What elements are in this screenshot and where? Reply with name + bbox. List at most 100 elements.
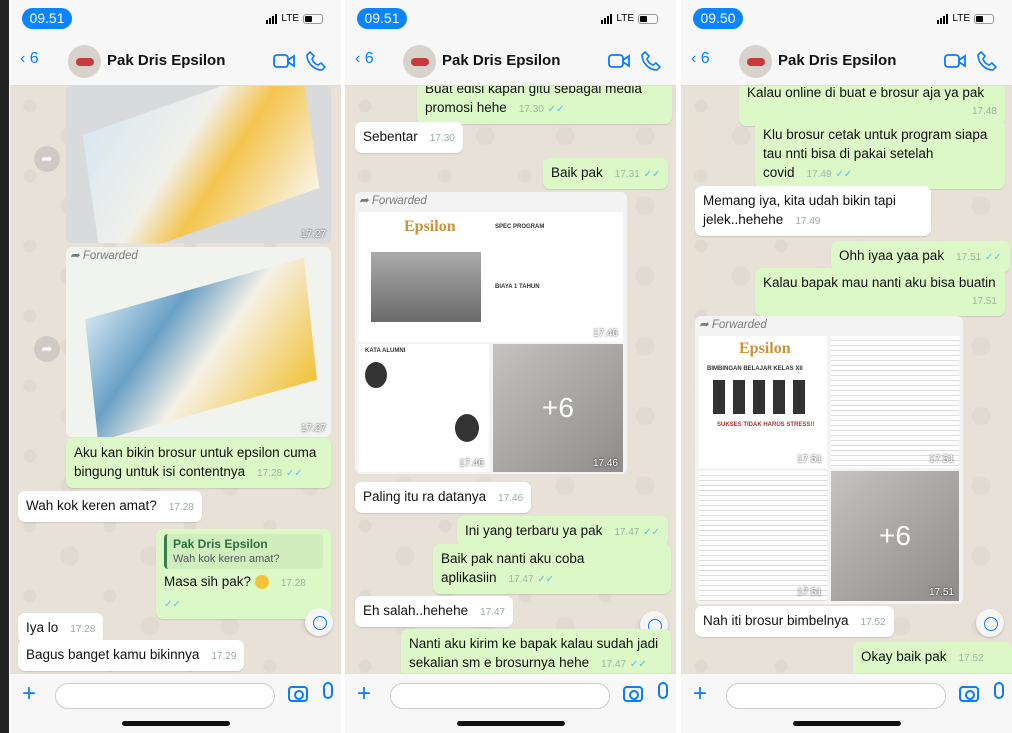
camera-icon[interactable] xyxy=(959,686,979,702)
phone-call-icon[interactable] xyxy=(976,50,998,72)
album-image-1[interactable]: Epsilon BIMBINGAN BELAJAR KELAS XII SUKS… xyxy=(699,336,827,468)
incoming-message[interactable]: Wah kok keren amat? 17.28 xyxy=(18,491,202,522)
outgoing-message[interactable]: Nanti aku kirim ke bapak kalau sudah jad… xyxy=(401,629,671,673)
album-more-overlay[interactable]: +6 17.46 xyxy=(493,344,623,472)
incoming-message[interactable]: Paling itu ra datanya 17.46 xyxy=(355,482,532,513)
signal-indicator: LTE xyxy=(601,13,658,24)
alumni-photo xyxy=(455,414,479,442)
message-text: Kalau bapak mau nanti aku bisa buatin xyxy=(763,275,996,290)
album-image-1[interactable]: Epsilon SPEC PROGRAM BIAYA 1 TAHUN 17.46 xyxy=(359,212,623,342)
phone-screen-3: 09.50 LTE ‹ 6 Pak Dris Epsilon Kalau onl… xyxy=(681,0,1012,733)
forward-shortcut-icon[interactable]: ➦ xyxy=(34,146,60,172)
contact-name[interactable]: Pak Dris Epsilon xyxy=(778,52,896,69)
message-text: Sebentar xyxy=(363,129,418,144)
network-label: LTE xyxy=(952,13,970,24)
scroll-down-button[interactable] xyxy=(305,608,333,636)
clock: 09.51 xyxy=(22,8,72,29)
incoming-message[interactable]: Memang iya, kita udah bikin tapi jelek..… xyxy=(695,186,931,236)
attach-plus-icon[interactable]: + xyxy=(22,680,36,708)
phone-call-icon[interactable] xyxy=(305,50,327,72)
album-more-overlay[interactable]: +6 17.51 xyxy=(831,471,959,601)
phone-screen-1: 09.51 LTE ‹ 6 Pak Dris Epsilon ➦ 17.27 ➦… xyxy=(10,0,341,733)
phone-screen-2: 09.51 LTE ‹ 6 Pak Dris Epsilon Buat edis… xyxy=(345,0,676,733)
brochure-image xyxy=(82,86,320,243)
attach-plus-icon[interactable]: + xyxy=(357,680,371,708)
outgoing-message[interactable]: Klu brosur cetak untuk program siapa tau… xyxy=(755,120,1005,189)
forwarded-image-message[interactable]: ➦ Forwarded 17.27 xyxy=(66,247,331,437)
outgoing-message[interactable]: Okay baik pak17.52 ✓✓ xyxy=(853,642,1012,673)
album-image-2[interactable]: 17.51 xyxy=(831,336,959,468)
attach-plus-icon[interactable]: + xyxy=(693,680,707,708)
back-button[interactable]: ‹ 6 xyxy=(355,50,374,68)
quoted-author: Pak Dris Epsilon xyxy=(173,537,268,551)
chat-header: ‹ 6 Pak Dris Epsilon xyxy=(345,38,676,86)
microphone-icon[interactable] xyxy=(323,682,333,699)
message-input[interactable] xyxy=(390,683,610,709)
microphone-icon[interactable] xyxy=(994,682,1004,699)
message-list[interactable]: Buat edisi kapan gitu sebagai media prom… xyxy=(345,86,676,673)
message-text: Paling itu ra datanya xyxy=(363,489,487,504)
message-text: Masa sih pak? xyxy=(164,574,252,589)
incoming-message[interactable]: Eh salah..hehehe 17.47 xyxy=(355,596,514,627)
avatar[interactable] xyxy=(403,45,436,78)
contact-name[interactable]: Pak Dris Epsilon xyxy=(107,52,225,69)
outgoing-message[interactable]: Aku kan bikin brosur untuk epsilon cuma … xyxy=(66,438,331,488)
network-label: LTE xyxy=(616,13,634,24)
status-bar: 09.50 LTE xyxy=(681,0,1012,38)
forwarded-album[interactable]: ➦ Forwarded Epsilon BIMBINGAN BELAJAR KE… xyxy=(695,316,963,604)
outgoing-message[interactable]: Ini yang terbaru ya pak 17.47 ✓✓ xyxy=(457,516,668,547)
timestamp: 17.51 xyxy=(928,587,954,598)
album-image-2[interactable]: KATA ALUMNI 17.46 xyxy=(359,344,489,472)
message-input[interactable] xyxy=(726,683,946,709)
outgoing-message[interactable]: Baik pak nanti aku coba aplikasiin 17.47 … xyxy=(433,544,671,594)
message-time: 17.51 xyxy=(971,296,997,307)
bimbingan-heading: BIMBINGAN BELAJAR KELAS XII xyxy=(707,366,803,372)
incoming-message[interactable]: Sebentar 17.30 xyxy=(355,122,463,153)
back-button[interactable]: ‹ 6 xyxy=(20,50,39,68)
timestamp: 17.46 xyxy=(592,458,618,469)
biaya-heading: BIAYA 1 TAHUN xyxy=(495,284,540,290)
message-text: Okay baik pak xyxy=(861,649,947,664)
message-time: 17.29 xyxy=(211,651,237,662)
forward-shortcut-icon[interactable]: ➦ xyxy=(34,336,60,362)
battery-icon xyxy=(303,13,323,24)
signal-icon xyxy=(266,13,278,24)
video-call-icon[interactable] xyxy=(273,51,295,71)
clock: 09.50 xyxy=(693,8,743,29)
message-time: 17.49 xyxy=(795,216,821,227)
composer-bar: + xyxy=(10,673,341,733)
quoted-message[interactable]: Pak Dris Epsilon Wah kok keren amat? xyxy=(164,534,323,569)
album-image-3[interactable]: 17.51 xyxy=(699,471,827,601)
back-button[interactable]: ‹ 6 xyxy=(691,50,710,68)
composer-bar: + xyxy=(681,673,1012,733)
message-text: Baik pak xyxy=(551,165,603,180)
camera-icon[interactable] xyxy=(288,686,308,702)
reply-message[interactable]: Pak Dris Epsilon Wah kok keren amat? Masa… xyxy=(156,529,331,619)
outgoing-message[interactable]: Baik pak 17.31 ✓✓ xyxy=(543,158,669,189)
phone-call-icon[interactable] xyxy=(640,50,662,72)
incoming-message[interactable]: Nah iti brosur bimbelnya 17.52 xyxy=(695,606,894,637)
scroll-down-button[interactable] xyxy=(976,609,1004,637)
avatar[interactable] xyxy=(68,45,101,78)
message-time: 17.47 xyxy=(614,527,640,538)
group-photo xyxy=(371,252,481,322)
video-call-icon[interactable] xyxy=(944,51,966,71)
message-input[interactable] xyxy=(55,683,275,709)
outgoing-message[interactable]: Kalau bapak mau nanti aku bisa buatin 17.… xyxy=(755,268,1005,316)
message-text: Eh salah..hehehe xyxy=(363,603,469,618)
message-time: 17.52 xyxy=(958,653,984,664)
timestamp: 17.27 xyxy=(300,423,326,434)
forwarded-album[interactable]: ➦ Forwarded Epsilon SPEC PROGRAM BIAYA 1… xyxy=(355,192,627,474)
avatar[interactable] xyxy=(739,45,772,78)
video-call-icon[interactable] xyxy=(608,51,630,71)
contact-name[interactable]: Pak Dris Epsilon xyxy=(442,52,560,69)
microphone-icon[interactable] xyxy=(658,682,668,699)
outgoing-message[interactable]: Buat edisi kapan gitu sebagai media prom… xyxy=(417,86,672,124)
image-message[interactable]: 17.27 xyxy=(66,86,331,243)
camera-icon[interactable] xyxy=(623,686,643,702)
alumni-heading: KATA ALUMNI xyxy=(365,348,406,354)
message-list[interactable]: Kalau online di buat e brosur aja ya pak… xyxy=(681,86,1012,673)
message-text: Wah kok keren amat? xyxy=(26,498,157,513)
incoming-message[interactable]: Bagus banget kamu bikinnya 17.29 xyxy=(18,640,245,671)
message-list[interactable]: ➦ 17.27 ➦ Forwarded 17.27 ➦ Aku kan biki… xyxy=(10,86,341,673)
